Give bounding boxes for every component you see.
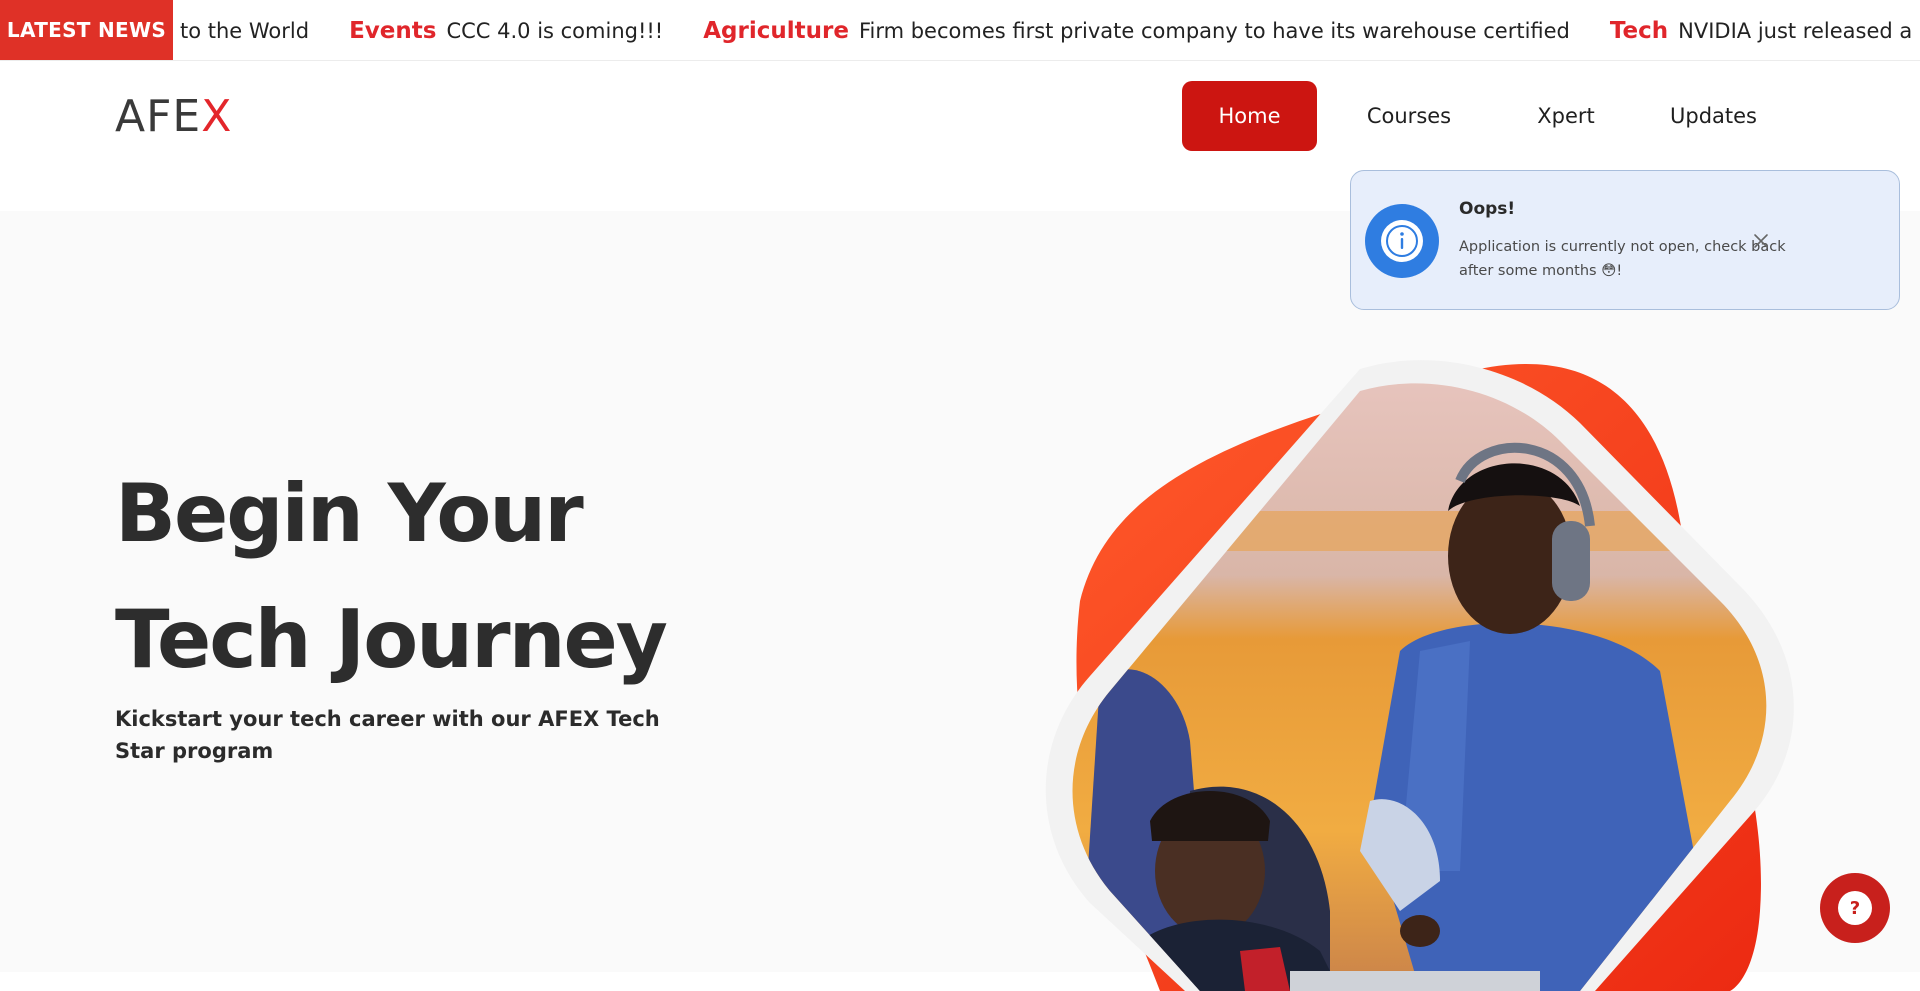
nav-xpert[interactable]: Xpert bbox=[1501, 81, 1631, 151]
ticker-track: to the World Events CCC 4.0 is coming!!!… bbox=[0, 0, 1920, 60]
logo-text: AFE bbox=[115, 91, 202, 142]
ticker-item-events[interactable]: Events CCC 4.0 is coming!!! bbox=[349, 18, 663, 44]
nav-courses[interactable]: Courses bbox=[1317, 81, 1501, 151]
ticker-item-tech[interactable]: Tech NVIDIA just released a new Eye Cont… bbox=[1610, 18, 1920, 44]
help-icon: ? bbox=[1838, 891, 1872, 925]
ticker-headline: NVIDIA just released a new Eye Contact f… bbox=[1678, 18, 1920, 43]
latest-news-badge: LATEST NEWS bbox=[0, 0, 173, 60]
afex-logo[interactable]: AFE X bbox=[115, 91, 233, 142]
help-button[interactable]: ? bbox=[1820, 873, 1890, 943]
ticker-lead-text: to the World bbox=[180, 18, 310, 43]
hero-title-line-2: Tech Journey bbox=[115, 593, 668, 686]
ticker-category: Tech bbox=[1609, 17, 1669, 44]
ticker-item-agriculture[interactable]: Agriculture Firm becomes first private c… bbox=[703, 18, 1570, 44]
ticker-headline: Firm becomes first private company to ha… bbox=[858, 18, 1570, 43]
toast-title: Oops! bbox=[1459, 199, 1516, 219]
news-ticker: to the World Events CCC 4.0 is coming!!!… bbox=[0, 0, 1920, 61]
info-icon bbox=[1365, 204, 1439, 278]
nav-home[interactable]: Home bbox=[1182, 81, 1317, 151]
ticker-headline: CCC 4.0 is coming!!! bbox=[446, 18, 664, 43]
ticker-category: Events bbox=[349, 17, 437, 44]
hero-title-line-1: Begin Your bbox=[115, 467, 584, 560]
logo-x: X bbox=[201, 91, 233, 142]
ticker-category: Agriculture bbox=[703, 17, 849, 44]
hero-section: Begin Your Tech Journey Kickstart your t… bbox=[0, 211, 1920, 991]
main-nav: Home Courses Xpert Updates bbox=[1182, 81, 1796, 151]
hero-title: Begin Your Tech Journey bbox=[115, 451, 668, 703]
close-icon[interactable] bbox=[1749, 229, 1773, 253]
notification-toast: Oops! Application is currently not open,… bbox=[1350, 170, 1900, 310]
hero-subtitle: Kickstart your tech career with our AFEX… bbox=[115, 707, 660, 763]
toast-message: Application is currently not open, check… bbox=[1459, 239, 1786, 279]
hero-image bbox=[1045, 360, 1794, 991]
nav-updates[interactable]: Updates bbox=[1631, 81, 1796, 151]
